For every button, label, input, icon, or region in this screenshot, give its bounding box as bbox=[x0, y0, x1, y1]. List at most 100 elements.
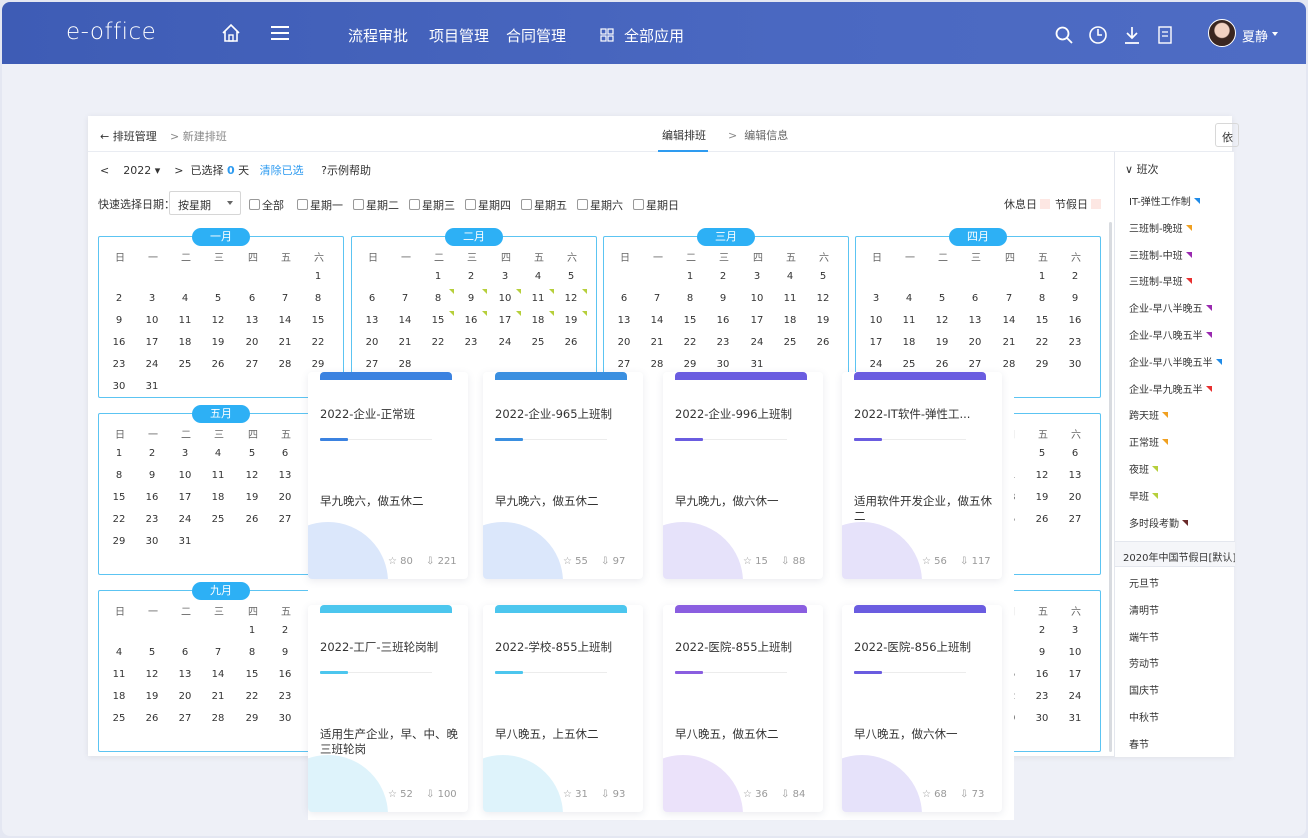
calendar-day[interactable]: 14 bbox=[393, 315, 417, 326]
nav-contract-management[interactable]: 合同管理 bbox=[506, 25, 566, 46]
calendar-day[interactable]: 30 bbox=[273, 713, 297, 724]
calendar-day[interactable]: 27 bbox=[273, 514, 297, 525]
calendar-day[interactable]: 28 bbox=[273, 359, 297, 370]
calendar-day[interactable]: 7 bbox=[273, 293, 297, 304]
calendar-day[interactable]: 11 bbox=[173, 315, 197, 326]
app-logo[interactable]: e-office bbox=[66, 19, 156, 45]
calendar-day[interactable]: 13 bbox=[612, 315, 636, 326]
clock-icon[interactable] bbox=[1088, 25, 1108, 45]
calendar-day[interactable]: 30 bbox=[1063, 359, 1087, 370]
calendar-day[interactable]: 28 bbox=[645, 359, 669, 370]
calendar-day[interactable]: 24 bbox=[493, 337, 517, 348]
calendar-day[interactable]: 21 bbox=[645, 337, 669, 348]
calendar-day[interactable]: 29 bbox=[240, 713, 264, 724]
calendar-day[interactable]: 23 bbox=[273, 691, 297, 702]
calendar-day[interactable]: 9 bbox=[107, 315, 131, 326]
calendar-day[interactable]: 8 bbox=[306, 293, 330, 304]
checkbox-all[interactable]: 全部 bbox=[249, 197, 284, 213]
template-card[interactable]: 2022-企业-965上班制 早九晚六，做五休二 ☆ 55 ⇩ 97 bbox=[483, 372, 643, 579]
calendar-day[interactable]: 31 bbox=[745, 359, 769, 370]
calendar-day[interactable]: 24 bbox=[140, 359, 164, 370]
avatar[interactable] bbox=[1208, 19, 1236, 47]
apps-grid-icon[interactable] bbox=[600, 28, 614, 42]
calendar-day[interactable]: 17 bbox=[493, 311, 521, 326]
calendar-day[interactable]: 31 bbox=[140, 381, 164, 392]
checkbox-friday[interactable]: 星期五 bbox=[521, 197, 567, 213]
calendar-day[interactable]: 31 bbox=[173, 536, 197, 547]
calendar-day[interactable]: 2 bbox=[459, 271, 483, 282]
calendar-day[interactable]: 23 bbox=[1030, 691, 1054, 702]
shift-item[interactable]: 三班制-中班 bbox=[1129, 247, 1192, 262]
calendar-day[interactable]: 6 bbox=[273, 448, 297, 459]
card-favorites[interactable]: ☆ 31 bbox=[563, 789, 588, 800]
calendar-day[interactable]: 26 bbox=[240, 514, 264, 525]
calendar-day[interactable]: 1 bbox=[306, 271, 330, 282]
user-menu-chevron-down-icon[interactable] bbox=[1272, 32, 1278, 36]
calendar-day[interactable]: 17 bbox=[745, 315, 769, 326]
calendar-day[interactable]: 13 bbox=[273, 470, 297, 481]
calendar-day[interactable]: 10 bbox=[864, 315, 888, 326]
calendar-day[interactable]: 2 bbox=[273, 625, 297, 636]
calendar-day[interactable]: 13 bbox=[360, 315, 384, 326]
calendar-day[interactable]: 13 bbox=[240, 315, 264, 326]
shift-item[interactable]: 正常班 bbox=[1129, 434, 1168, 449]
next-year-chevron-right-icon[interactable]: > bbox=[174, 164, 183, 177]
calendar-day[interactable]: 24 bbox=[745, 337, 769, 348]
holiday-item[interactable]: 中秋节 bbox=[1129, 709, 1159, 724]
shift-item[interactable]: 夜班 bbox=[1129, 461, 1158, 476]
template-card[interactable]: 2022-学校-855上班制 早八晚五，上五休二 ☆ 31 ⇩ 93 bbox=[483, 605, 643, 812]
calendar-day[interactable]: 19 bbox=[811, 315, 835, 326]
calendar-day[interactable]: 27 bbox=[173, 713, 197, 724]
step-edit-info[interactable]: > 编辑信息 bbox=[728, 127, 788, 143]
card-favorites[interactable]: ☆ 56 bbox=[922, 556, 947, 567]
calendar-day[interactable]: 9 bbox=[459, 289, 487, 304]
user-name[interactable]: 夏静 bbox=[1242, 26, 1268, 45]
calendar-day[interactable]: 16 bbox=[1030, 669, 1054, 680]
search-icon[interactable] bbox=[1054, 25, 1074, 45]
shift-item[interactable]: 企业-早九晚五半 bbox=[1129, 381, 1212, 396]
calendar-day[interactable]: 19 bbox=[930, 337, 954, 348]
holiday-item[interactable]: 清明节 bbox=[1129, 602, 1159, 617]
calendar-day[interactable]: 12 bbox=[1030, 470, 1054, 481]
calendar-day[interactable]: 14 bbox=[645, 315, 669, 326]
calendar-day[interactable]: 5 bbox=[930, 293, 954, 304]
shift-item[interactable]: 跨天班 bbox=[1129, 407, 1168, 422]
calendar-day[interactable]: 21 bbox=[997, 337, 1021, 348]
calendar-day[interactable]: 18 bbox=[107, 691, 131, 702]
calendar-day[interactable]: 6 bbox=[240, 293, 264, 304]
calendar-day[interactable]: 6 bbox=[360, 293, 384, 304]
calendar-day[interactable]: 17 bbox=[864, 337, 888, 348]
shift-item[interactable]: IT-弹性工作制 bbox=[1129, 193, 1200, 208]
calendar-day[interactable]: 13 bbox=[173, 669, 197, 680]
calendar-day[interactable]: 26 bbox=[811, 337, 835, 348]
calendar-day[interactable]: 17 bbox=[1063, 669, 1087, 680]
shift-item[interactable]: 多时段考勤 bbox=[1129, 515, 1188, 530]
calendar-day[interactable]: 26 bbox=[1030, 514, 1054, 525]
calendar-day[interactable]: 5 bbox=[559, 271, 583, 282]
calendar-day[interactable]: 23 bbox=[107, 359, 131, 370]
calendar-day[interactable]: 15 bbox=[1030, 315, 1054, 326]
calendar-day[interactable]: 22 bbox=[107, 514, 131, 525]
card-downloads[interactable]: ⇩ 88 bbox=[781, 556, 805, 567]
calendar-day[interactable]: 6 bbox=[173, 647, 197, 658]
calendar-day[interactable]: 13 bbox=[963, 315, 987, 326]
calendar-day[interactable]: 11 bbox=[206, 470, 230, 481]
calendar-day[interactable]: 17 bbox=[140, 337, 164, 348]
card-favorites[interactable]: ☆ 52 bbox=[388, 789, 413, 800]
calendar-day[interactable]: 2 bbox=[140, 448, 164, 459]
calendar-day[interactable]: 4 bbox=[778, 271, 802, 282]
calendar-day[interactable]: 16 bbox=[711, 315, 735, 326]
calendar-scrollbar[interactable] bbox=[1109, 222, 1112, 752]
shift-item[interactable]: 企业-早八半晚五 bbox=[1129, 300, 1212, 315]
holiday-item[interactable]: 春节 bbox=[1129, 736, 1149, 751]
calendar-day[interactable]: 30 bbox=[107, 381, 131, 392]
calendar-day[interactable]: 19 bbox=[1030, 492, 1054, 503]
calendar-day[interactable]: 23 bbox=[459, 337, 483, 348]
calendar-day[interactable]: 20 bbox=[963, 337, 987, 348]
calendar-day[interactable]: 29 bbox=[678, 359, 702, 370]
calendar-day[interactable]: 19 bbox=[206, 337, 230, 348]
holiday-item[interactable]: 元旦节 bbox=[1129, 575, 1159, 590]
card-downloads[interactable]: ⇩ 97 bbox=[601, 556, 625, 567]
calendar-day[interactable]: 25 bbox=[107, 713, 131, 724]
calendar-day[interactable]: 29 bbox=[306, 359, 330, 370]
